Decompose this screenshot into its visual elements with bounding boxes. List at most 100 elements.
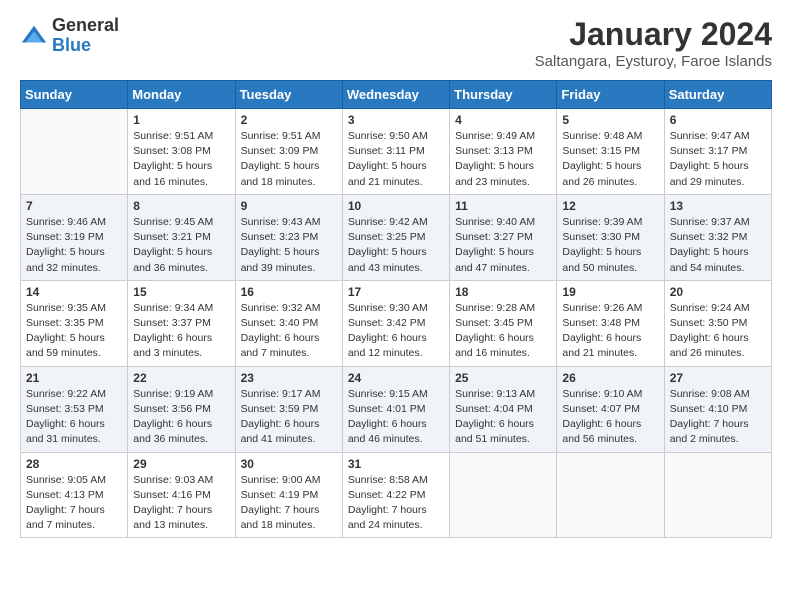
calendar-day-cell: 5 Sunrise: 9:48 AMSunset: 3:15 PMDaylight… xyxy=(557,109,664,195)
calendar-day-cell: 2 Sunrise: 9:51 AMSunset: 3:09 PMDaylight… xyxy=(235,109,342,195)
day-number: 24 xyxy=(348,371,444,385)
day-info: Sunrise: 9:39 AMSunset: 3:30 PMDaylight:… xyxy=(562,215,658,276)
calendar-day-cell: 3 Sunrise: 9:50 AMSunset: 3:11 PMDaylight… xyxy=(342,109,449,195)
day-info: Sunrise: 9:08 AMSunset: 4:10 PMDaylight:… xyxy=(670,387,766,448)
day-info: Sunrise: 9:40 AMSunset: 3:27 PMDaylight:… xyxy=(455,215,551,276)
calendar-day-cell: 13 Sunrise: 9:37 AMSunset: 3:32 PMDayligh… xyxy=(664,194,771,280)
calendar-week-row: 28 Sunrise: 9:05 AMSunset: 4:13 PMDayligh… xyxy=(21,452,772,538)
day-info: Sunrise: 9:43 AMSunset: 3:23 PMDaylight:… xyxy=(241,215,337,276)
day-number: 27 xyxy=(670,371,766,385)
day-number: 21 xyxy=(26,371,122,385)
calendar-header-wednesday: Wednesday xyxy=(342,81,449,109)
day-info: Sunrise: 9:19 AMSunset: 3:56 PMDaylight:… xyxy=(133,387,229,448)
calendar-day-cell: 27 Sunrise: 9:08 AMSunset: 4:10 PMDayligh… xyxy=(664,366,771,452)
day-info: Sunrise: 9:22 AMSunset: 3:53 PMDaylight:… xyxy=(26,387,122,448)
calendar-header-row: SundayMondayTuesdayWednesdayThursdayFrid… xyxy=(21,81,772,109)
calendar-week-row: 1 Sunrise: 9:51 AMSunset: 3:08 PMDaylight… xyxy=(21,109,772,195)
day-number: 18 xyxy=(455,285,551,299)
day-info: Sunrise: 9:30 AMSunset: 3:42 PMDaylight:… xyxy=(348,301,444,362)
day-info: Sunrise: 9:34 AMSunset: 3:37 PMDaylight:… xyxy=(133,301,229,362)
day-info: Sunrise: 9:28 AMSunset: 3:45 PMDaylight:… xyxy=(455,301,551,362)
day-info: Sunrise: 9:26 AMSunset: 3:48 PMDaylight:… xyxy=(562,301,658,362)
calendar-day-cell: 28 Sunrise: 9:05 AMSunset: 4:13 PMDayligh… xyxy=(21,452,128,538)
day-number: 30 xyxy=(241,457,337,471)
day-number: 20 xyxy=(670,285,766,299)
calendar-day-cell xyxy=(664,452,771,538)
day-info: Sunrise: 9:51 AMSunset: 3:08 PMDaylight:… xyxy=(133,129,229,190)
day-number: 6 xyxy=(670,113,766,127)
calendar-day-cell: 30Sunrise: 9:00 AMSunset: 4:19 PMDayligh… xyxy=(235,452,342,538)
day-number: 11 xyxy=(455,199,551,213)
day-number: 13 xyxy=(670,199,766,213)
logo: General Blue xyxy=(20,16,119,56)
day-number: 29 xyxy=(133,457,229,471)
calendar-day-cell xyxy=(557,452,664,538)
calendar-day-cell: 21 Sunrise: 9:22 AMSunset: 3:53 PMDayligh… xyxy=(21,366,128,452)
day-info: Sunrise: 9:42 AMSunset: 3:25 PMDaylight:… xyxy=(348,215,444,276)
calendar-day-cell: 8Sunrise: 9:45 AMSunset: 3:21 PMDaylight… xyxy=(128,194,235,280)
page-title: January 2024 xyxy=(535,16,772,53)
calendar-day-cell: 18 Sunrise: 9:28 AMSunset: 3:45 PMDayligh… xyxy=(450,280,557,366)
day-info: Sunrise: 8:58 AMSunset: 4:22 PMDaylight:… xyxy=(348,473,444,534)
day-info: Sunrise: 9:45 AMSunset: 3:21 PMDaylight:… xyxy=(133,215,229,276)
calendar-header-friday: Friday xyxy=(557,81,664,109)
calendar-header-monday: Monday xyxy=(128,81,235,109)
calendar-day-cell: 20 Sunrise: 9:24 AMSunset: 3:50 PMDayligh… xyxy=(664,280,771,366)
day-number: 16 xyxy=(241,285,337,299)
logo-general: General xyxy=(52,16,119,36)
calendar-day-cell: 4 Sunrise: 9:49 AMSunset: 3:13 PMDaylight… xyxy=(450,109,557,195)
day-info: Sunrise: 9:35 AMSunset: 3:35 PMDaylight:… xyxy=(26,301,122,362)
calendar-day-cell: 17 Sunrise: 9:30 AMSunset: 3:42 PMDayligh… xyxy=(342,280,449,366)
calendar-day-cell xyxy=(450,452,557,538)
calendar: SundayMondayTuesdayWednesdayThursdayFrid… xyxy=(20,80,772,538)
calendar-day-cell: 9 Sunrise: 9:43 AMSunset: 3:23 PMDaylight… xyxy=(235,194,342,280)
calendar-header-thursday: Thursday xyxy=(450,81,557,109)
day-info: Sunrise: 9:15 AMSunset: 4:01 PMDaylight:… xyxy=(348,387,444,448)
day-info: Sunrise: 9:05 AMSunset: 4:13 PMDaylight:… xyxy=(26,473,122,534)
day-number: 5 xyxy=(562,113,658,127)
title-area: January 2024 Saltangara, Eysturoy, Faroe… xyxy=(535,16,772,70)
logo-blue: Blue xyxy=(52,36,119,56)
day-number: 17 xyxy=(348,285,444,299)
calendar-day-cell: 7 Sunrise: 9:46 AMSunset: 3:19 PMDaylight… xyxy=(21,194,128,280)
day-number: 4 xyxy=(455,113,551,127)
day-number: 19 xyxy=(562,285,658,299)
calendar-day-cell: 14 Sunrise: 9:35 AMSunset: 3:35 PMDayligh… xyxy=(21,280,128,366)
day-info: Sunrise: 9:32 AMSunset: 3:40 PMDaylight:… xyxy=(241,301,337,362)
day-number: 10 xyxy=(348,199,444,213)
day-info: Sunrise: 9:37 AMSunset: 3:32 PMDaylight:… xyxy=(670,215,766,276)
day-number: 1 xyxy=(133,113,229,127)
calendar-day-cell: 11 Sunrise: 9:40 AMSunset: 3:27 PMDayligh… xyxy=(450,194,557,280)
day-info: Sunrise: 9:51 AMSunset: 3:09 PMDaylight:… xyxy=(241,129,337,190)
calendar-day-cell: 23Sunrise: 9:17 AMSunset: 3:59 PMDayligh… xyxy=(235,366,342,452)
calendar-day-cell: 29 Sunrise: 9:03 AMSunset: 4:16 PMDayligh… xyxy=(128,452,235,538)
day-info: Sunrise: 9:50 AMSunset: 3:11 PMDaylight:… xyxy=(348,129,444,190)
day-number: 9 xyxy=(241,199,337,213)
day-number: 14 xyxy=(26,285,122,299)
day-number: 2 xyxy=(241,113,337,127)
day-info: Sunrise: 9:03 AMSunset: 4:16 PMDaylight:… xyxy=(133,473,229,534)
calendar-header-tuesday: Tuesday xyxy=(235,81,342,109)
day-number: 3 xyxy=(348,113,444,127)
page-subtitle: Saltangara, Eysturoy, Faroe Islands xyxy=(535,53,772,70)
day-number: 26 xyxy=(562,371,658,385)
calendar-day-cell: 15Sunrise: 9:34 AMSunset: 3:37 PMDayligh… xyxy=(128,280,235,366)
day-info: Sunrise: 9:46 AMSunset: 3:19 PMDaylight:… xyxy=(26,215,122,276)
day-number: 28 xyxy=(26,457,122,471)
day-number: 23 xyxy=(241,371,337,385)
calendar-day-cell: 6 Sunrise: 9:47 AMSunset: 3:17 PMDaylight… xyxy=(664,109,771,195)
day-number: 12 xyxy=(562,199,658,213)
day-info: Sunrise: 9:24 AMSunset: 3:50 PMDaylight:… xyxy=(670,301,766,362)
calendar-day-cell: 22Sunrise: 9:19 AMSunset: 3:56 PMDayligh… xyxy=(128,366,235,452)
calendar-day-cell: 10 Sunrise: 9:42 AMSunset: 3:25 PMDayligh… xyxy=(342,194,449,280)
day-info: Sunrise: 9:47 AMSunset: 3:17 PMDaylight:… xyxy=(670,129,766,190)
logo-icon xyxy=(20,22,48,50)
header: General Blue January 2024 Saltangara, Ey… xyxy=(20,16,772,70)
calendar-day-cell: 12 Sunrise: 9:39 AMSunset: 3:30 PMDayligh… xyxy=(557,194,664,280)
day-number: 7 xyxy=(26,199,122,213)
day-info: Sunrise: 9:49 AMSunset: 3:13 PMDaylight:… xyxy=(455,129,551,190)
day-info: Sunrise: 9:48 AMSunset: 3:15 PMDaylight:… xyxy=(562,129,658,190)
calendar-day-cell: 26Sunrise: 9:10 AMSunset: 4:07 PMDayligh… xyxy=(557,366,664,452)
calendar-week-row: 7 Sunrise: 9:46 AMSunset: 3:19 PMDaylight… xyxy=(21,194,772,280)
calendar-week-row: 14 Sunrise: 9:35 AMSunset: 3:35 PMDayligh… xyxy=(21,280,772,366)
